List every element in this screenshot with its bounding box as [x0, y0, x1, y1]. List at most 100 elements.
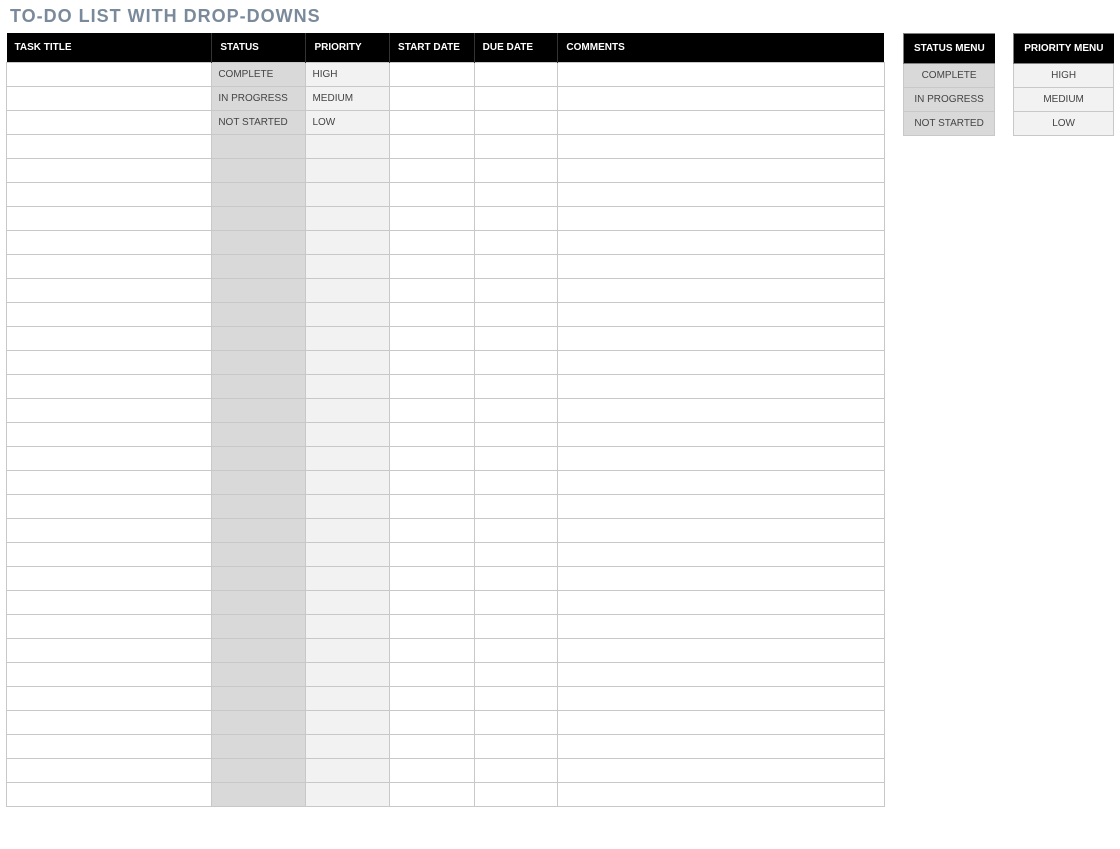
priority-cell[interactable] — [306, 255, 390, 279]
status-cell[interactable] — [212, 783, 306, 807]
task-cell[interactable] — [7, 471, 212, 495]
priority-cell[interactable] — [306, 135, 390, 159]
comments-cell[interactable] — [558, 543, 885, 567]
due-date-cell[interactable] — [474, 759, 558, 783]
status-cell[interactable] — [212, 351, 306, 375]
start-date-cell[interactable] — [390, 111, 475, 135]
status-cell[interactable] — [212, 495, 306, 519]
task-cell[interactable] — [7, 255, 212, 279]
priority-cell[interactable] — [306, 567, 390, 591]
comments-cell[interactable] — [558, 303, 885, 327]
due-date-cell[interactable] — [474, 399, 558, 423]
status-cell[interactable] — [212, 735, 306, 759]
priority-cell[interactable] — [306, 663, 390, 687]
due-date-cell[interactable] — [474, 735, 558, 759]
priority-cell[interactable]: LOW — [306, 111, 390, 135]
task-cell[interactable] — [7, 639, 212, 663]
status-cell[interactable] — [212, 447, 306, 471]
status-cell[interactable] — [212, 255, 306, 279]
start-date-cell[interactable] — [390, 735, 475, 759]
comments-cell[interactable] — [558, 111, 885, 135]
priority-cell[interactable] — [306, 471, 390, 495]
priority-cell[interactable] — [306, 543, 390, 567]
comments-cell[interactable] — [558, 759, 885, 783]
task-cell[interactable] — [7, 663, 212, 687]
start-date-cell[interactable] — [390, 87, 475, 111]
start-date-cell[interactable] — [390, 63, 475, 87]
task-cell[interactable] — [7, 711, 212, 735]
status-cell[interactable] — [212, 711, 306, 735]
task-cell[interactable] — [7, 519, 212, 543]
due-date-cell[interactable] — [474, 327, 558, 351]
priority-menu-item[interactable]: LOW — [1014, 112, 1114, 136]
start-date-cell[interactable] — [390, 711, 475, 735]
task-cell[interactable] — [7, 159, 212, 183]
priority-cell[interactable] — [306, 615, 390, 639]
priority-cell[interactable]: MEDIUM — [306, 87, 390, 111]
task-cell[interactable] — [7, 303, 212, 327]
comments-cell[interactable] — [558, 231, 885, 255]
comments-cell[interactable] — [558, 687, 885, 711]
priority-cell[interactable] — [306, 783, 390, 807]
status-cell[interactable] — [212, 279, 306, 303]
priority-cell[interactable] — [306, 159, 390, 183]
start-date-cell[interactable] — [390, 759, 475, 783]
task-cell[interactable] — [7, 783, 212, 807]
priority-cell[interactable] — [306, 735, 390, 759]
comments-cell[interactable] — [558, 327, 885, 351]
status-cell[interactable] — [212, 183, 306, 207]
priority-cell[interactable] — [306, 351, 390, 375]
task-cell[interactable] — [7, 399, 212, 423]
status-menu-item[interactable]: NOT STARTED — [903, 112, 994, 136]
task-cell[interactable] — [7, 183, 212, 207]
due-date-cell[interactable] — [474, 783, 558, 807]
due-date-cell[interactable] — [474, 159, 558, 183]
priority-cell[interactable] — [306, 519, 390, 543]
status-cell[interactable] — [212, 759, 306, 783]
due-date-cell[interactable] — [474, 255, 558, 279]
status-cell[interactable] — [212, 375, 306, 399]
priority-cell[interactable] — [306, 759, 390, 783]
start-date-cell[interactable] — [390, 567, 475, 591]
task-cell[interactable] — [7, 423, 212, 447]
task-cell[interactable] — [7, 543, 212, 567]
comments-cell[interactable] — [558, 663, 885, 687]
start-date-cell[interactable] — [390, 135, 475, 159]
due-date-cell[interactable] — [474, 111, 558, 135]
status-cell[interactable] — [212, 663, 306, 687]
due-date-cell[interactable] — [474, 495, 558, 519]
due-date-cell[interactable] — [474, 663, 558, 687]
status-cell[interactable]: NOT STARTED — [212, 111, 306, 135]
task-cell[interactable] — [7, 591, 212, 615]
start-date-cell[interactable] — [390, 663, 475, 687]
start-date-cell[interactable] — [390, 687, 475, 711]
start-date-cell[interactable] — [390, 639, 475, 663]
comments-cell[interactable] — [558, 63, 885, 87]
due-date-cell[interactable] — [474, 711, 558, 735]
comments-cell[interactable] — [558, 399, 885, 423]
task-cell[interactable] — [7, 231, 212, 255]
status-cell[interactable] — [212, 159, 306, 183]
status-cell[interactable] — [212, 327, 306, 351]
due-date-cell[interactable] — [474, 639, 558, 663]
task-cell[interactable] — [7, 495, 212, 519]
task-cell[interactable] — [7, 111, 212, 135]
task-cell[interactable] — [7, 375, 212, 399]
start-date-cell[interactable] — [390, 591, 475, 615]
start-date-cell[interactable] — [390, 495, 475, 519]
due-date-cell[interactable] — [474, 231, 558, 255]
start-date-cell[interactable] — [390, 159, 475, 183]
status-cell[interactable] — [212, 207, 306, 231]
task-cell[interactable] — [7, 207, 212, 231]
comments-cell[interactable] — [558, 639, 885, 663]
comments-cell[interactable] — [558, 471, 885, 495]
status-cell[interactable] — [212, 591, 306, 615]
start-date-cell[interactable] — [390, 519, 475, 543]
task-cell[interactable] — [7, 447, 212, 471]
due-date-cell[interactable] — [474, 87, 558, 111]
due-date-cell[interactable] — [474, 375, 558, 399]
due-date-cell[interactable] — [474, 615, 558, 639]
start-date-cell[interactable] — [390, 783, 475, 807]
priority-cell[interactable] — [306, 495, 390, 519]
status-cell[interactable] — [212, 423, 306, 447]
